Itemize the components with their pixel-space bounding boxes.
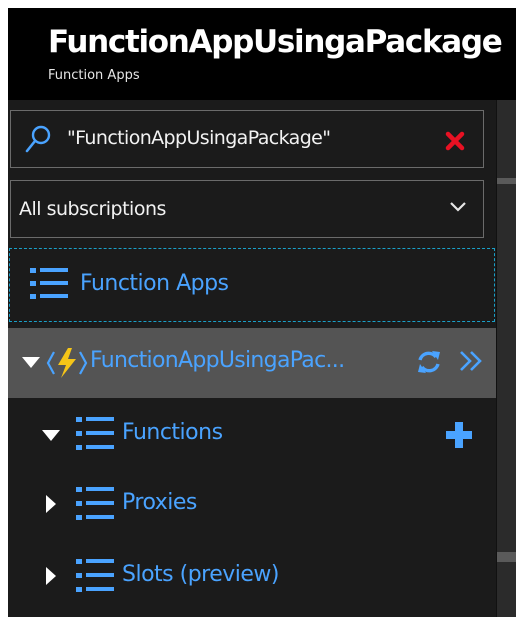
tree-item-slots[interactable]: Slots (preview) [8,540,496,610]
search-value[interactable]: "FunctionAppUsingaPackage" [67,127,331,149]
chevron-down-icon [450,202,466,212]
page-header: FunctionAppUsingaPackage Function Apps [8,8,516,100]
scrollbar-thumb[interactable] [497,178,516,184]
tree-item-label: Functions [122,420,223,445]
add-icon[interactable] [444,420,474,450]
tree-item-label: Proxies [122,490,197,515]
list-icon [76,487,114,520]
tree-item-proxies[interactable]: Proxies [8,470,496,540]
subscriptions-select[interactable]: All subscriptions [10,180,484,238]
subscriptions-selected: All subscriptions [19,198,166,220]
caret-down-icon[interactable] [22,357,40,369]
app-window: FunctionAppUsingaPackage Function Apps "… [8,8,516,617]
list-icon [76,559,114,592]
tree-item-functions[interactable]: Functions [8,400,496,470]
refresh-icon[interactable] [416,349,442,375]
resource-panel: "FunctionAppUsingaPackage" All subscript… [8,100,496,617]
close-icon[interactable] [445,131,465,151]
tree-item-label: FunctionAppUsingaPac... [90,348,345,373]
list-icon [30,268,68,299]
double-chevron-right-icon[interactable] [458,349,484,373]
list-icon [76,417,114,450]
tree-item-label: Function Apps [80,271,229,296]
search-input[interactable]: "FunctionAppUsingaPackage" [10,110,484,168]
caret-down-icon[interactable] [42,430,60,442]
scrollbar-thumb-lower[interactable] [497,552,516,562]
side-scrollbar[interactable] [496,100,516,617]
function-app-icon [46,348,88,378]
search-icon [25,125,51,153]
caret-right-icon[interactable] [46,567,56,585]
page-subtitle: Function Apps [48,68,140,83]
caret-right-icon[interactable] [46,495,56,513]
tree-item-label: Slots (preview) [122,562,280,587]
tree-item-function-apps[interactable]: Function Apps [9,248,495,322]
page-title: FunctionAppUsingaPackage [48,24,503,60]
tree-item-function-app[interactable]: FunctionAppUsingaPac... [8,328,496,398]
